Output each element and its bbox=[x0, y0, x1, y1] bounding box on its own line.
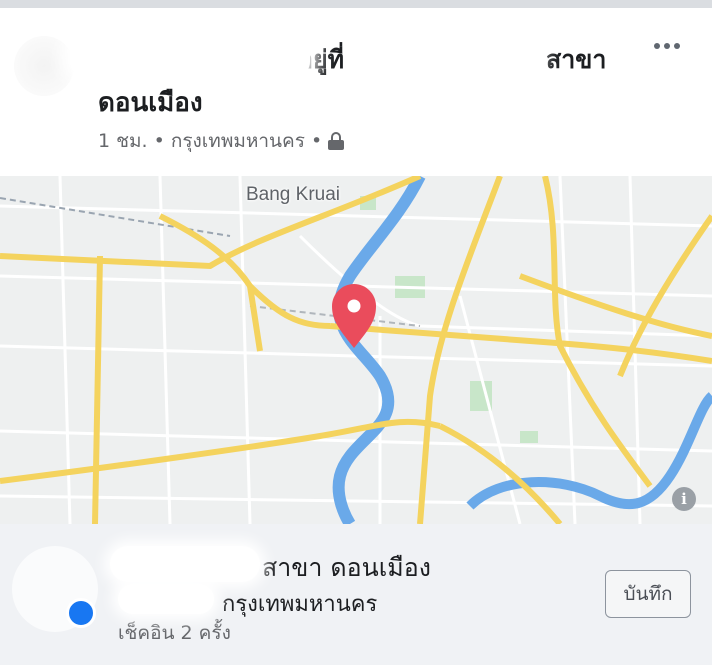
branch-name[interactable]: ดอนเมือง bbox=[98, 82, 203, 123]
info-icon[interactable]: i bbox=[672, 487, 696, 511]
redacted-author-name bbox=[70, 38, 310, 76]
place-title[interactable]: สาขา ดอนเมือง bbox=[262, 548, 431, 588]
post-header: อยู่ที่ สาขา ดอนเมือง 1 ชม. • กรุงเทพมหา… bbox=[0, 8, 712, 176]
meta-separator: • bbox=[310, 130, 323, 152]
more-options-icon[interactable] bbox=[650, 38, 684, 54]
redacted-place-name bbox=[110, 546, 260, 582]
location-map[interactable]: Bang Kruai i bbox=[0, 176, 712, 524]
checkin-count: เช็คอิน 2 ครั้ง bbox=[118, 622, 231, 644]
redacted-place-name bbox=[398, 38, 534, 76]
lock-icon[interactable] bbox=[328, 132, 345, 150]
save-button[interactable]: บันทึก bbox=[605, 570, 691, 618]
redacted-place-category bbox=[118, 584, 214, 614]
map-graphic bbox=[0, 176, 712, 524]
park-area bbox=[520, 431, 538, 443]
post-meta: 1 ชม. • กรุงเทพมหานคร • bbox=[98, 126, 345, 156]
map-place-label: Bang Kruai bbox=[246, 184, 341, 205]
post-location[interactable]: กรุงเทพมหานคร bbox=[171, 126, 305, 156]
meta-separator: • bbox=[153, 130, 165, 152]
top-divider bbox=[0, 0, 712, 8]
checkin-card[interactable]: สาขา ดอนเมือง กรุงเทพมหานคร เช็คอิน 2 คร… bbox=[0, 524, 712, 665]
place-location: กรุงเทพมหานคร bbox=[222, 592, 378, 617]
checkin-badge-icon bbox=[66, 598, 96, 628]
post-time[interactable]: 1 ชม. bbox=[98, 126, 148, 156]
author-avatar[interactable] bbox=[14, 36, 74, 96]
branch-word[interactable]: สาขา bbox=[546, 40, 606, 80]
